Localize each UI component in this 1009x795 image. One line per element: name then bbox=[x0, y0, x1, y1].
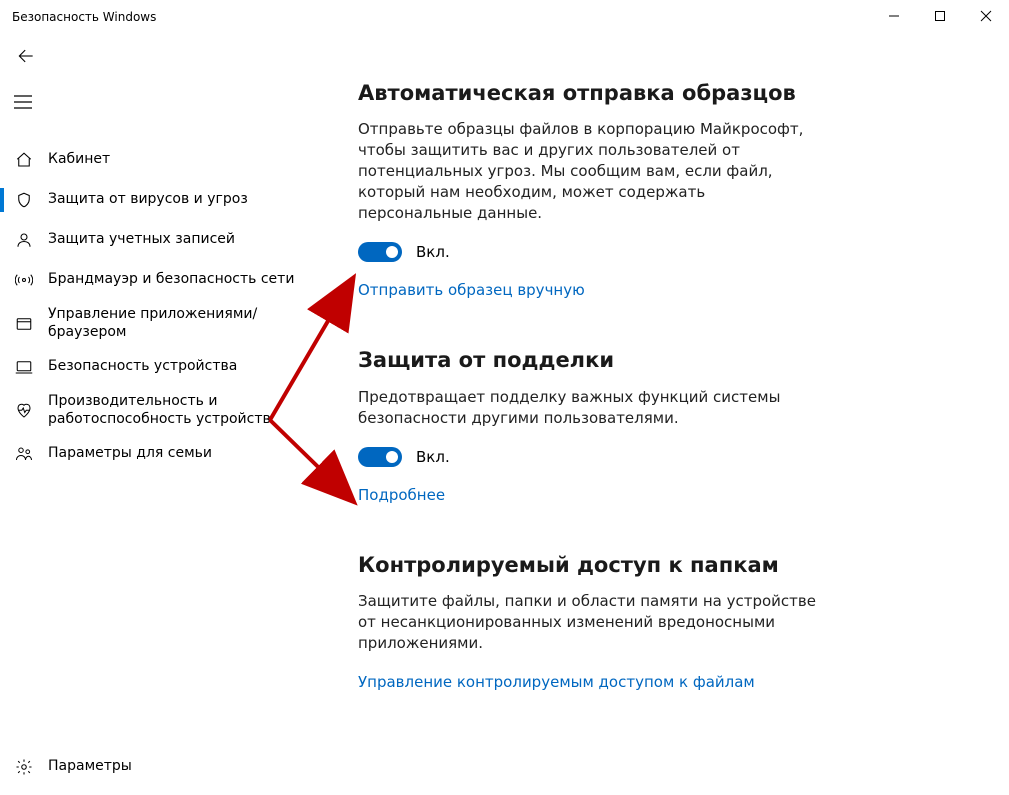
sidebar-item-performance[interactable]: Производительность и работоспособность у… bbox=[0, 387, 328, 434]
sidebar-item-label: Защита учетных записей bbox=[48, 231, 255, 249]
hamburger-button[interactable] bbox=[0, 82, 48, 122]
network-icon bbox=[14, 270, 34, 290]
close-button[interactable] bbox=[963, 0, 1009, 32]
sidebar-item-label: Управление приложениями/браузером bbox=[48, 306, 328, 341]
section-auto-sample: Автоматическая отправка образцов Отправь… bbox=[358, 80, 818, 299]
sidebar-item-label: Защита от вирусов и угроз bbox=[48, 191, 268, 209]
window-controls bbox=[871, 0, 1009, 32]
minimize-button[interactable] bbox=[871, 0, 917, 32]
gear-icon bbox=[14, 757, 34, 777]
toggle-label: Вкл. bbox=[416, 243, 450, 261]
nav: Кабинет Защита от вирусов и угроз Защита… bbox=[0, 140, 328, 474]
toggle-row: Вкл. bbox=[358, 242, 818, 262]
family-icon bbox=[14, 444, 34, 464]
sidebar-item-appbrowser[interactable]: Управление приложениями/браузером bbox=[0, 300, 328, 347]
sidebar-item-devicesec[interactable]: Безопасность устройства bbox=[0, 347, 328, 387]
window-title: Безопасность Windows bbox=[12, 8, 156, 24]
toggle-row: Вкл. bbox=[358, 447, 818, 467]
heart-icon bbox=[14, 401, 34, 421]
section-desc: Защитите файлы, папки и области памяти н… bbox=[358, 591, 818, 654]
sidebar-item-home[interactable]: Кабинет bbox=[0, 140, 328, 180]
link-manage-folders[interactable]: Управление контролируемым доступом к фай… bbox=[358, 673, 755, 691]
device-icon bbox=[14, 357, 34, 377]
sidebar-item-settings[interactable]: Параметры bbox=[0, 747, 328, 787]
sidebar-item-label: Производительность и работоспособность у… bbox=[48, 393, 328, 428]
section-tamper: Защита от подделки Предотвращает подделк… bbox=[358, 347, 818, 503]
sidebar-item-label: Параметры bbox=[48, 758, 152, 776]
main-content: Автоматическая отправка образцов Отправь… bbox=[328, 80, 1009, 795]
app-icon bbox=[14, 314, 34, 334]
section-controlled-folders: Контролируемый доступ к папкам Защитите … bbox=[358, 552, 818, 691]
link-send-sample[interactable]: Отправить образец вручную bbox=[358, 281, 585, 299]
section-title: Автоматическая отправка образцов bbox=[358, 80, 818, 107]
sidebar-item-firewall[interactable]: Брандмауэр и безопасность сети bbox=[0, 260, 328, 300]
sidebar: Кабинет Защита от вирусов и угроз Защита… bbox=[0, 80, 328, 795]
sidebar-item-virus[interactable]: Защита от вирусов и угроз bbox=[0, 180, 328, 220]
toggle-label: Вкл. bbox=[416, 448, 450, 466]
home-icon bbox=[14, 150, 34, 170]
sidebar-item-label: Безопасность устройства bbox=[48, 358, 257, 376]
sidebar-item-account[interactable]: Защита учетных записей bbox=[0, 220, 328, 260]
person-icon bbox=[14, 230, 34, 250]
link-learn-more[interactable]: Подробнее bbox=[358, 486, 445, 504]
back-button[interactable] bbox=[10, 40, 42, 72]
sidebar-item-label: Брандмауэр и безопасность сети bbox=[48, 271, 314, 289]
sidebar-item-label: Кабинет bbox=[48, 151, 130, 169]
sidebar-footer: Параметры bbox=[0, 747, 328, 787]
toggle-auto-sample[interactable] bbox=[358, 242, 402, 262]
section-title: Защита от подделки bbox=[358, 347, 818, 374]
section-title: Контролируемый доступ к папкам bbox=[358, 552, 818, 579]
sidebar-item-label: Параметры для семьи bbox=[48, 445, 232, 463]
titlebar: Безопасность Windows bbox=[0, 0, 1009, 32]
section-desc: Предотвращает подделку важных функций си… bbox=[358, 387, 818, 429]
shield-icon bbox=[14, 190, 34, 210]
section-desc: Отправьте образцы файлов в корпорацию Ма… bbox=[358, 119, 818, 224]
back-row bbox=[0, 32, 1009, 80]
maximize-button[interactable] bbox=[917, 0, 963, 32]
toggle-tamper[interactable] bbox=[358, 447, 402, 467]
sidebar-item-family[interactable]: Параметры для семьи bbox=[0, 434, 328, 474]
